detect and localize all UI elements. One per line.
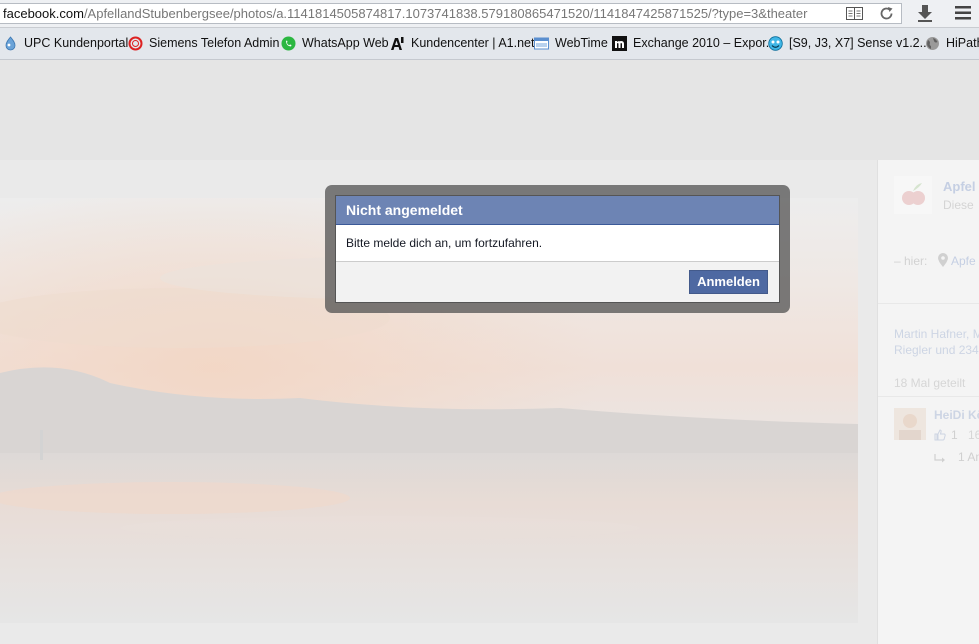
bookmarks-bar: UPC Kundenportal Siemens Telefon Admin W… (0, 28, 979, 60)
address-bar[interactable]: facebook.com/ApfellandStubenbergsee/phot… (0, 3, 902, 24)
reader-view-icon[interactable] (846, 7, 863, 20)
browser-toolbar: facebook.com/ApfellandStubenbergsee/phot… (0, 0, 979, 28)
dialog-message: Bitte melde dich an, um fortzufahren. (346, 236, 543, 250)
bookmark-label: WhatsApp Web (302, 36, 389, 50)
page-name-link[interactable]: Apfel (943, 179, 976, 194)
bookmark-label: [S9, J3, X7] Sense v1.2.... (789, 36, 934, 50)
divider (878, 303, 979, 304)
bookmark-label: UPC Kundenportal (24, 36, 129, 50)
hamburger-menu-icon[interactable] (955, 6, 971, 20)
url-path: /ApfellandStubenbergsee/photos/a.1141814… (83, 6, 808, 21)
smiley-icon (768, 36, 783, 51)
location-pin-icon (938, 253, 948, 267)
page-content: Apfel Diese – hier: Apfe Martin Hafner, … (0, 60, 979, 644)
thumbs-up-icon[interactable] (934, 429, 946, 441)
login-dialog: Nicht angemeldet Bitte melde dich an, um… (335, 195, 780, 303)
dialog-title: Nicht angemeldet (336, 196, 779, 225)
photo-sidebar: Apfel Diese – hier: Apfe Martin Hafner, … (877, 160, 979, 644)
shares-count[interactable]: 18 Mal geteilt (894, 376, 965, 390)
url-text: facebook.com/ApfellandStubenbergsee/phot… (3, 4, 807, 23)
likes-line: Martin Hafner, M (894, 327, 979, 341)
bookmark-label: Kundencenter | A1.net (411, 36, 535, 50)
siemens-icon (128, 36, 143, 51)
bookmark-label: WebTime (555, 36, 608, 50)
a1-icon (391, 37, 404, 50)
whatsapp-icon (281, 36, 296, 51)
login-button[interactable]: Anmelden (689, 270, 768, 294)
likes-line: Riegler und 234 (894, 343, 979, 357)
login-dialog-overlay: Nicht angemeldet Bitte melde dich an, um… (325, 185, 790, 313)
globe-icon (926, 37, 939, 50)
bookmark-label: HiPath (946, 36, 979, 50)
webtime-icon (534, 37, 549, 50)
location-label: – hier: (894, 254, 928, 268)
likes-summary[interactable]: Martin Hafner, M Riegler und 234 (894, 326, 979, 358)
comment-like-count: 1 (951, 428, 958, 442)
comment-author-link[interactable]: HeiDi Kö (934, 408, 979, 422)
bookmark-label: Exchange 2010 – Expor... (633, 36, 777, 50)
reload-icon[interactable] (879, 6, 894, 21)
comment-timestamp[interactable]: 16 (968, 428, 979, 442)
page-sub-text: Diese (943, 198, 974, 212)
place-link[interactable]: Apfe (951, 254, 976, 268)
url-host: facebook.com (3, 6, 84, 21)
reply-arrow-icon (934, 454, 945, 463)
bookmark-label: Siemens Telefon Admin (149, 36, 280, 50)
download-arrow-icon[interactable] (916, 4, 934, 22)
replies-link[interactable]: 1 An (958, 450, 979, 464)
divider (878, 396, 979, 397)
dialog-footer: Anmelden (336, 261, 779, 302)
exchange-icon (612, 36, 627, 51)
apple-logo-avatar[interactable] (894, 176, 932, 214)
upc-icon (5, 36, 16, 51)
commenter-avatar[interactable] (894, 408, 926, 440)
